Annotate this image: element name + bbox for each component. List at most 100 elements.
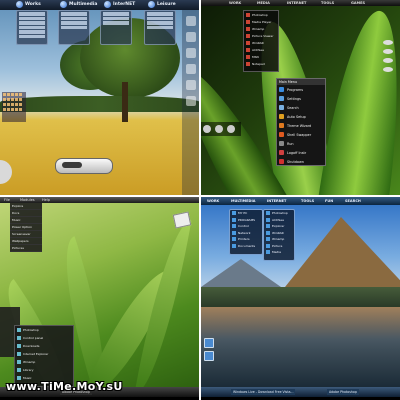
tab-label: InterNET xyxy=(113,2,136,7)
launcher-item[interactable]: Media Player xyxy=(244,18,278,25)
app-icon[interactable] xyxy=(186,96,196,106)
tab-internet[interactable]: INTERNET xyxy=(267,198,286,204)
tab-file[interactable]: File xyxy=(4,197,10,203)
desktop-mountain-wallpaper: WORK MULTIMEDIA INTERNET TOOLS FUN SEARC… xyxy=(201,197,400,397)
tab-multimedia[interactable]: Multimedia xyxy=(60,1,97,9)
menu-item-shutdown[interactable]: Shutdown xyxy=(277,157,325,166)
tab-help[interactable]: Help xyxy=(42,197,50,203)
tab-multimedia[interactable]: MULTIMEDIA xyxy=(231,198,255,204)
divider-horizontal xyxy=(0,195,400,197)
internet-dropdown-panel[interactable] xyxy=(100,10,132,45)
panel-item[interactable]: Documents xyxy=(230,243,262,250)
menu-item-shell-swapper[interactable]: Shell Swapper xyxy=(277,130,325,139)
taskbar-item[interactable]: Windows Live - Download Free Vista... xyxy=(231,389,296,395)
leisure-orb-icon xyxy=(148,1,155,8)
tab-media[interactable]: MEDIA xyxy=(257,0,270,6)
slider-thumb[interactable] xyxy=(62,162,82,168)
desktop-tree-wallpaper: Works Multimedia InterNET Leisure xyxy=(0,0,200,200)
mouse-icon[interactable] xyxy=(383,58,393,63)
mouse-icon[interactable] xyxy=(383,67,393,72)
launcher-label: Picture Viewer xyxy=(252,33,274,38)
app-icon xyxy=(232,211,236,216)
tab-tools[interactable]: TOOLS xyxy=(301,198,314,204)
app-icon[interactable] xyxy=(186,32,196,42)
menu-item[interactable]: Screensaver xyxy=(10,231,42,238)
tab-internet[interactable]: InterNET xyxy=(104,1,135,9)
menu-item[interactable]: Explore xyxy=(10,203,42,210)
menu-item[interactable]: Power Option xyxy=(10,224,42,231)
launcher-item[interactable]: Notepad xyxy=(244,60,278,67)
tab-fun[interactable]: FUN xyxy=(325,198,333,204)
panel-item-label: Network xyxy=(238,230,251,235)
launcher-panel: Photoshop Media Player Winamp Picture Vi… xyxy=(243,10,279,72)
works-dropdown-panel[interactable] xyxy=(16,10,48,45)
dock-icon[interactable] xyxy=(227,125,235,133)
menu-item[interactable]: Internet Explorer xyxy=(15,350,73,358)
setup-icon xyxy=(279,114,284,119)
tab-works[interactable]: Works xyxy=(16,1,41,9)
tab-work[interactable]: WORK xyxy=(207,198,219,204)
multimedia-dropdown-panel[interactable] xyxy=(58,10,90,45)
app-icon[interactable] xyxy=(186,48,196,58)
app-icon[interactable] xyxy=(186,16,196,26)
leisure-dropdown-panel[interactable] xyxy=(144,10,176,45)
top-menubar: Works Multimedia InterNET Leisure xyxy=(0,0,200,10)
menu-item[interactable]: Pictures xyxy=(10,245,42,252)
menu-item[interactable]: Winamp xyxy=(15,358,73,366)
wizard-icon xyxy=(279,123,284,128)
mouse-icon[interactable] xyxy=(383,40,393,45)
menu-item[interactable]: Music xyxy=(10,217,42,224)
search-icon xyxy=(279,105,284,110)
menu-item[interactable]: Wallpapers xyxy=(10,238,42,245)
menu-item-theme-wizard[interactable]: Theme Wizard xyxy=(277,121,325,130)
desktop-icon[interactable] xyxy=(204,338,214,348)
right-icon-strip[interactable] xyxy=(182,10,200,195)
dock-icon[interactable] xyxy=(215,125,223,133)
dock-icon[interactable] xyxy=(203,125,211,133)
launcher-item[interactable]: Winamp xyxy=(244,25,278,32)
menu-item-settings[interactable]: Settings xyxy=(277,94,325,103)
app-icon xyxy=(17,344,21,348)
tab-games[interactable]: GAMES xyxy=(351,0,365,6)
app-icon xyxy=(232,224,236,229)
panel-item-label: Printers xyxy=(238,237,250,242)
menu-item-run[interactable]: Run xyxy=(277,139,325,148)
taskbar-item[interactable]: Adobe Photoshop xyxy=(327,389,359,395)
tab-search[interactable]: SEARCH xyxy=(345,198,361,204)
calendar-widget[interactable] xyxy=(2,92,26,122)
launcher-item[interactable]: Picture Viewer xyxy=(244,32,278,39)
launcher-label: WinRAR xyxy=(252,40,264,45)
menu-item-logoff[interactable]: Logoff Instr xyxy=(277,148,325,157)
menu-item[interactable]: Photoshop xyxy=(15,326,73,334)
desktop-icon[interactable] xyxy=(204,351,214,361)
tab-work[interactable]: WORK xyxy=(229,0,241,6)
menu-item[interactable]: Docs xyxy=(10,210,42,217)
panel-item-label: Control xyxy=(238,224,249,229)
tab-internet[interactable]: INTERNET xyxy=(287,0,306,6)
menu-item-programs[interactable]: Programs xyxy=(277,85,325,94)
menu-item-search[interactable]: Search xyxy=(277,103,325,112)
menu-item-auto-setup[interactable]: Auto Setup xyxy=(277,112,325,121)
app-icon[interactable] xyxy=(186,80,196,90)
side-handle[interactable] xyxy=(0,160,12,184)
tab-label: Leisure xyxy=(157,2,176,7)
mouse-icon[interactable] xyxy=(383,49,393,54)
menu-item-label: Logoff Instr xyxy=(287,150,307,155)
launcher-item[interactable]: Photoshop xyxy=(244,11,278,18)
launcher-item[interactable]: MSN xyxy=(244,53,278,60)
panel-item[interactable]: Media xyxy=(264,249,294,256)
lake-reflection xyxy=(201,307,400,387)
launcher-item[interactable]: WinRAR xyxy=(244,39,278,46)
panel-item-label: Explorer xyxy=(272,224,285,229)
menu-item[interactable]: Downloads xyxy=(15,342,73,350)
app-icon xyxy=(246,33,250,38)
launcher-label: MSN xyxy=(252,54,259,59)
menu-item-label: Shutdown xyxy=(287,159,304,164)
app-icon[interactable] xyxy=(186,64,196,74)
launcher-item[interactable]: ACDSee xyxy=(244,46,278,53)
tab-leisure[interactable]: Leisure xyxy=(148,1,176,9)
tab-tools[interactable]: TOOLS xyxy=(321,0,334,6)
menu-item[interactable]: Control panel xyxy=(15,334,73,342)
settings-icon xyxy=(279,96,284,101)
menu-item[interactable]: Library xyxy=(15,366,73,374)
